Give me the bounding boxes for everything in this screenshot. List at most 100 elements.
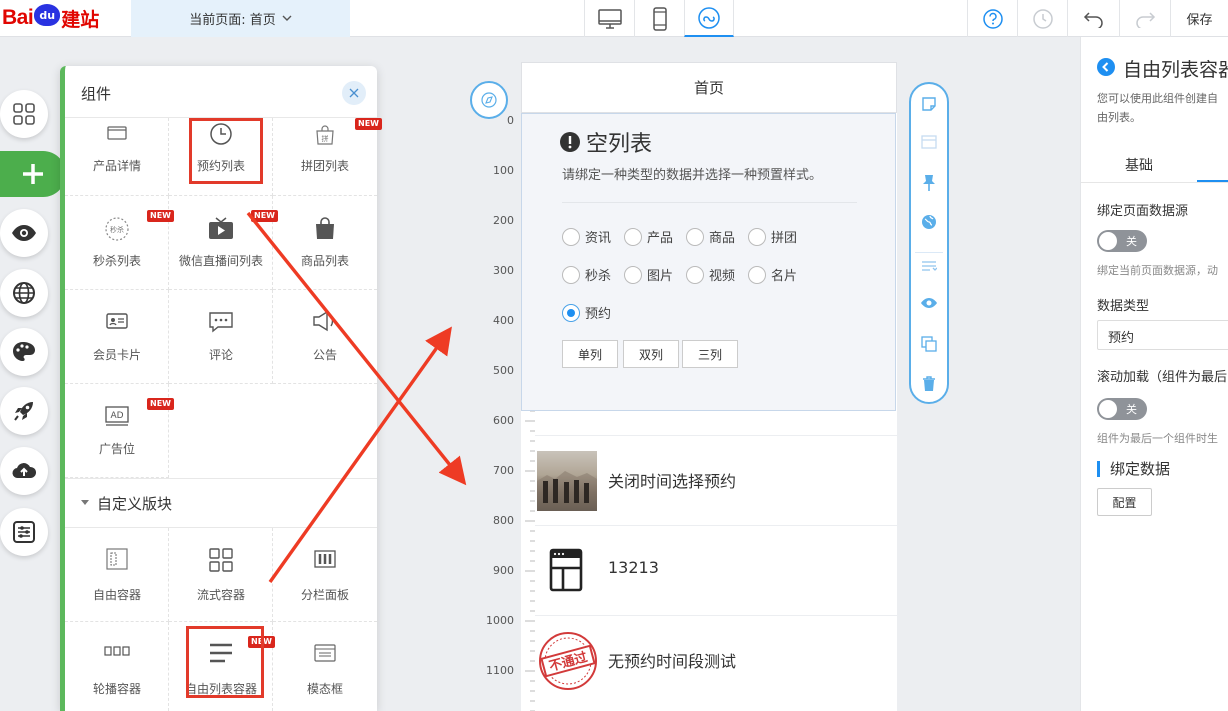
header-style-button[interactable] [911, 134, 947, 150]
double-column-button[interactable]: 双列 [623, 340, 679, 368]
help-button[interactable] [967, 0, 1017, 37]
logo-suffix: 建站 [61, 8, 100, 31]
empty-list-container[interactable]: 空列表 请绑定一种类型的数据并选择一种预置样式。 资讯 产品 商品 拼团 秒杀 … [521, 113, 896, 411]
toggle-state-label: 关 [1126, 235, 1137, 248]
rail-theme-button[interactable] [0, 328, 48, 376]
sliders-icon [13, 521, 35, 543]
note-icon [922, 97, 936, 111]
flow-container-icon [169, 548, 273, 572]
divider [562, 202, 857, 203]
rail-seo-button[interactable] [0, 269, 48, 317]
rail-upload-button[interactable] [0, 447, 48, 495]
animation-button[interactable] [911, 258, 947, 274]
delete-button[interactable] [911, 376, 947, 392]
component-member-card[interactable]: 会员卡片 [65, 290, 169, 384]
mobile-view-button[interactable] [634, 0, 684, 37]
component-label: 公告 [312, 348, 337, 362]
block-free-container[interactable]: 自由容器 [65, 528, 169, 622]
ruler-label: 400 [493, 314, 514, 327]
component-wechat-live-list[interactable]: NEW 微信直播间列表 [169, 196, 278, 290]
history-clock-icon [1032, 8, 1053, 29]
radio-goods[interactable]: 商品 [686, 227, 735, 246]
current-page-selector[interactable]: 当前页面: 首页 [131, 0, 350, 37]
component-product-detail[interactable]: 产品详情 [65, 118, 169, 196]
list-item[interactable]: 关闭时间选择预约 [535, 435, 897, 525]
miniprogram-view-button[interactable] [684, 0, 734, 37]
block-label: 分栏面板 [300, 588, 349, 602]
component-label: 产品详情 [92, 159, 141, 173]
tab-basic[interactable]: 基础 [1125, 155, 1153, 175]
bind-datasource-toggle[interactable]: 关 [1097, 230, 1147, 252]
component-group-buy-list[interactable]: 拼 NEW 拼团列表 [273, 118, 382, 196]
rail-settings-button[interactable] [0, 508, 48, 556]
locate-button[interactable] [470, 81, 508, 119]
single-column-button[interactable]: 单列 [562, 340, 618, 368]
ruler-label: 600 [493, 414, 514, 427]
desktop-icon [597, 8, 622, 29]
panel-close-button[interactable] [342, 81, 366, 105]
list-item[interactable]: 13213 [535, 525, 897, 615]
undo-button[interactable] [1067, 0, 1119, 37]
component-announcement[interactable]: 公告 [273, 290, 377, 384]
copy-button[interactable] [911, 336, 947, 352]
palette-icon [13, 342, 35, 361]
list-item[interactable]: 不通过 无预约时间段测试 [535, 615, 897, 705]
scroll-load-toggle[interactable]: 关 [1097, 398, 1147, 420]
close-icon [349, 88, 359, 98]
property-panel-title: 自由列表容器 [1123, 59, 1228, 81]
block-flow-container[interactable]: 流式容器 [169, 528, 273, 622]
property-panel-description: 您可以使用此组件创建自由列表。 [1097, 92, 1218, 124]
component-comment[interactable]: 评论 [169, 290, 273, 384]
undo-icon [1083, 11, 1103, 28]
radio-appointment[interactable]: 预约 [562, 303, 611, 322]
ruler-label: 300 [493, 264, 514, 277]
carousel-icon [65, 646, 169, 656]
radio-group-buy[interactable]: 拼团 [748, 227, 797, 246]
radio-flash-sale[interactable]: 秒杀 [562, 265, 611, 284]
member-card-icon [65, 312, 169, 330]
save-button[interactable]: 保存 [1170, 0, 1228, 37]
redo-button[interactable] [1119, 0, 1170, 37]
component-flash-sale-list[interactable]: 秒杀 NEW 秒杀列表 [65, 196, 174, 290]
history-button[interactable] [1017, 0, 1067, 37]
new-badge: NEW [355, 118, 382, 130]
component-ad-slot[interactable]: AD NEW 广告位 [65, 384, 174, 478]
data-type-select[interactable]: 预约 [1097, 320, 1228, 350]
pin-button[interactable] [911, 174, 947, 192]
back-button[interactable] [1097, 58, 1115, 79]
radio-video[interactable]: 视频 [686, 265, 735, 284]
block-column-panel[interactable]: 分栏面板 [273, 528, 377, 622]
rail-components-button[interactable] [0, 90, 48, 138]
list-item-title: 13213 [608, 558, 659, 577]
bind-datasource-label: 绑定页面数据源 [1097, 204, 1189, 219]
ruler-label: 1000 [486, 614, 514, 627]
edit-note-button[interactable] [911, 96, 947, 112]
free-container-icon [65, 548, 169, 570]
desktop-view-button[interactable] [584, 0, 634, 37]
visibility-button[interactable] [911, 297, 947, 309]
component-product-list[interactable]: 商品列表 [273, 196, 377, 290]
rail-preview-button[interactable] [0, 209, 48, 257]
new-badge: NEW [147, 398, 174, 410]
radio-product[interactable]: 产品 [624, 227, 673, 246]
globe-button[interactable] [911, 214, 947, 230]
exclamation-circle-icon [560, 132, 580, 152]
current-page-label: 当前页面: 首页 [189, 13, 276, 28]
custom-blocks-section-toggle[interactable]: 自定义版块 [65, 478, 377, 528]
svg-text:拼: 拼 [322, 134, 329, 143]
block-modal[interactable]: 模态框 [273, 622, 377, 711]
triple-column-button[interactable]: 三列 [682, 340, 738, 368]
radio-news[interactable]: 资讯 [562, 227, 611, 246]
cloud-upload-icon [12, 463, 37, 479]
ruler-label: 100 [493, 164, 514, 177]
radio-business-card[interactable]: 名片 [748, 265, 797, 284]
rail-add-button[interactable] [0, 151, 66, 197]
eye-icon [921, 298, 937, 308]
block-carousel[interactable]: 轮播容器 [65, 622, 169, 711]
list-item-title: 关闭时间选择预约 [608, 472, 737, 491]
world-icon [922, 215, 936, 229]
baidu-site-logo[interactable]: Bai du 建站 [2, 2, 99, 34]
configure-button[interactable]: 配置 [1097, 488, 1152, 516]
radio-image[interactable]: 图片 [624, 265, 673, 284]
rail-publish-button[interactable] [0, 387, 48, 435]
